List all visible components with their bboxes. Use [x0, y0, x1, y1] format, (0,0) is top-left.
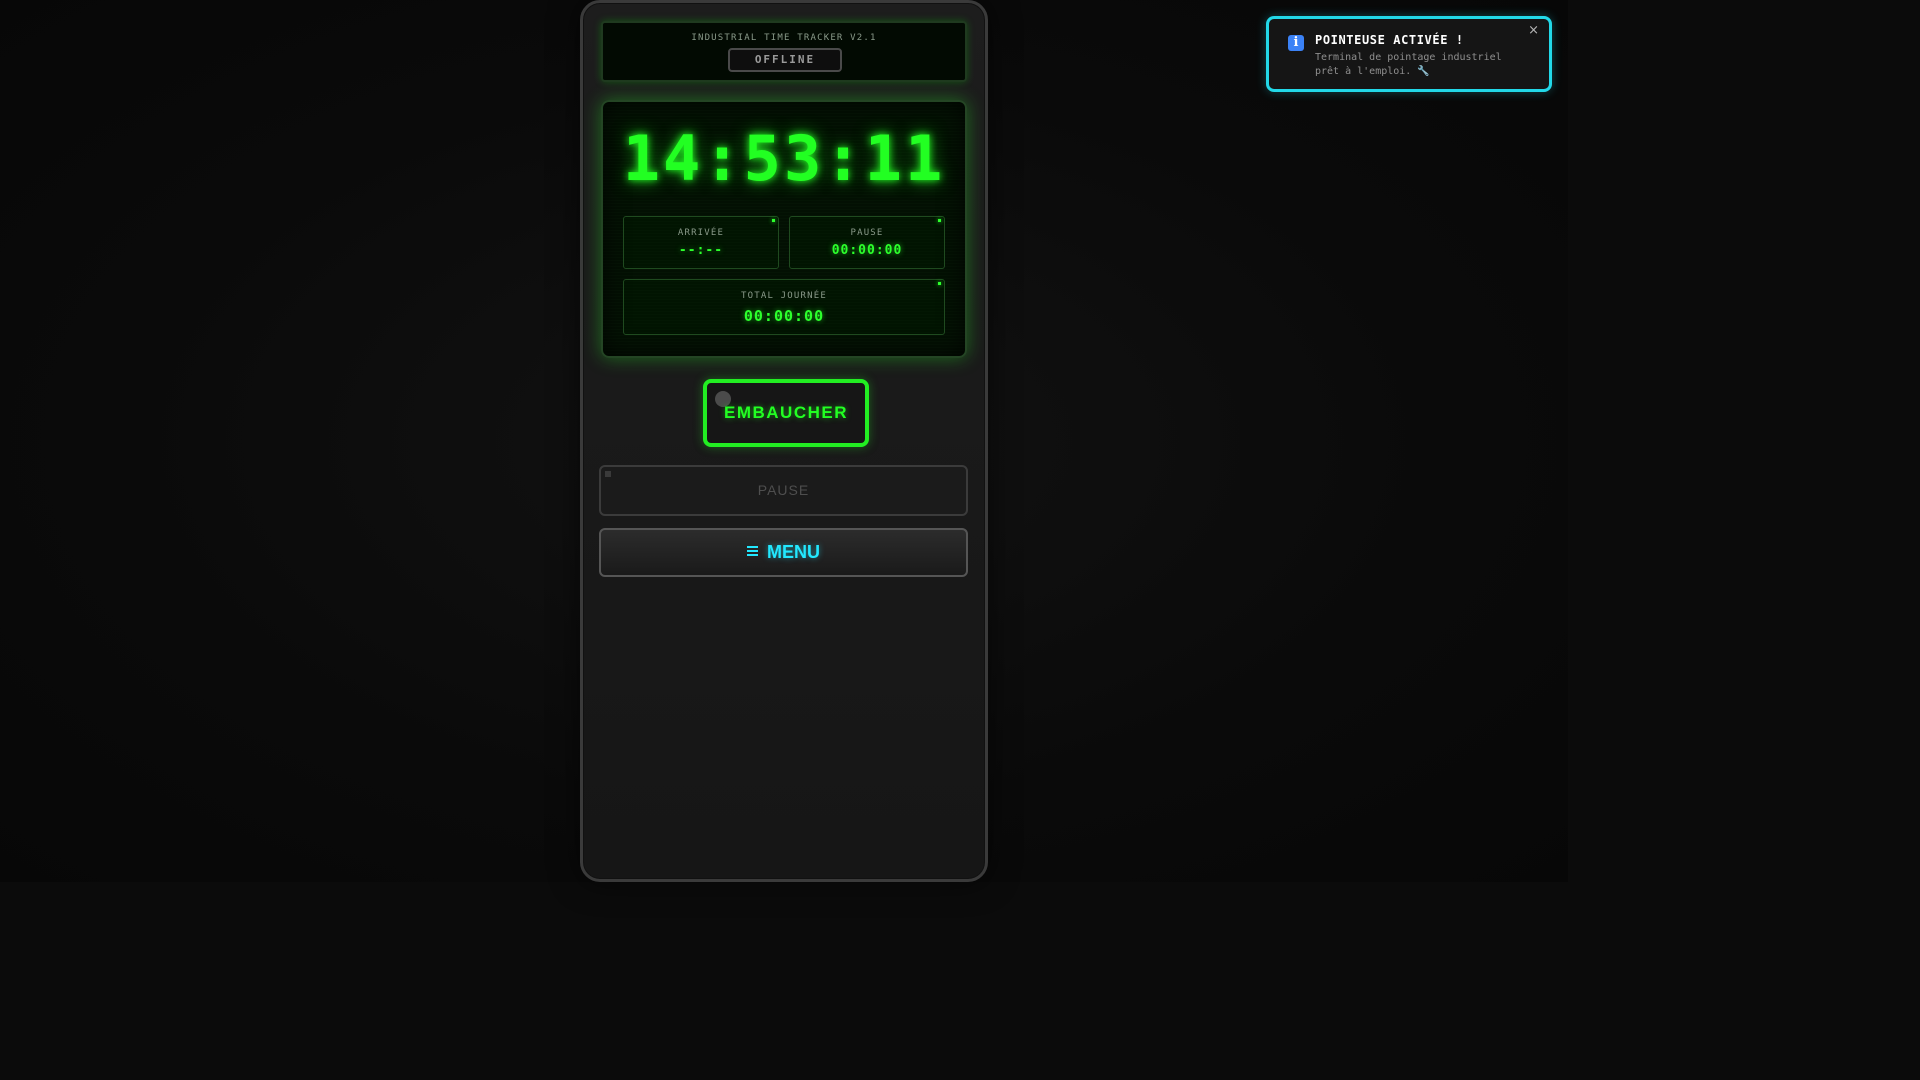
- clock-display-panel: 14:53:11 ARRIVÉE --:-- PAUSE 00:00:00 TO…: [601, 100, 967, 358]
- pause-label: PAUSE: [850, 228, 884, 238]
- corner-indicator-icon: [605, 471, 611, 477]
- connection-status-badge: OFFLINE: [728, 48, 842, 72]
- close-icon[interactable]: ×: [1528, 23, 1539, 38]
- arrival-label: ARRIVÉE: [677, 228, 725, 238]
- status-led-icon: [772, 219, 775, 222]
- total-day-value: 00:00:00: [743, 307, 825, 325]
- menu-button-label: MENU: [767, 542, 820, 562]
- menu-button[interactable]: MENU: [599, 528, 968, 577]
- total-day-label: TOTAL JOURNÉE: [740, 291, 828, 301]
- hamburger-menu-icon: [746, 529, 758, 574]
- pause-button-label: PAUSE: [757, 482, 810, 498]
- pause-button[interactable]: PAUSE: [599, 465, 968, 516]
- status-led-icon: [938, 282, 941, 285]
- total-day-card: TOTAL JOURNÉE 00:00:00: [623, 279, 945, 335]
- arrival-time-card: ARRIVÉE --:--: [623, 216, 779, 269]
- status-led-icon: [938, 219, 941, 222]
- app-title: INDUSTRIAL TIME TRACKER V2.1: [691, 33, 877, 43]
- info-icon: i: [1288, 35, 1304, 51]
- notification-toast: i POINTEUSE ACTIVÉE ! Terminal de pointa…: [1266, 16, 1552, 92]
- toast-title: POINTEUSE ACTIVÉE !: [1315, 33, 1464, 47]
- device-header: INDUSTRIAL TIME TRACKER V2.1 OFFLINE: [601, 21, 967, 82]
- toast-message: Terminal de pointage industriel prêt à l…: [1315, 52, 1502, 77]
- digital-clock: 14:53:11: [622, 122, 946, 195]
- pause-time-card: PAUSE 00:00:00: [789, 216, 945, 269]
- pause-value: 00:00:00: [831, 243, 903, 258]
- clock-in-label: EMBAUCHER: [724, 403, 848, 422]
- clock-in-button[interactable]: EMBAUCHER: [703, 379, 869, 447]
- time-tracker-device: INDUSTRIAL TIME TRACKER V2.1 OFFLINE 14:…: [580, 0, 988, 882]
- arrival-value: --:--: [678, 243, 724, 258]
